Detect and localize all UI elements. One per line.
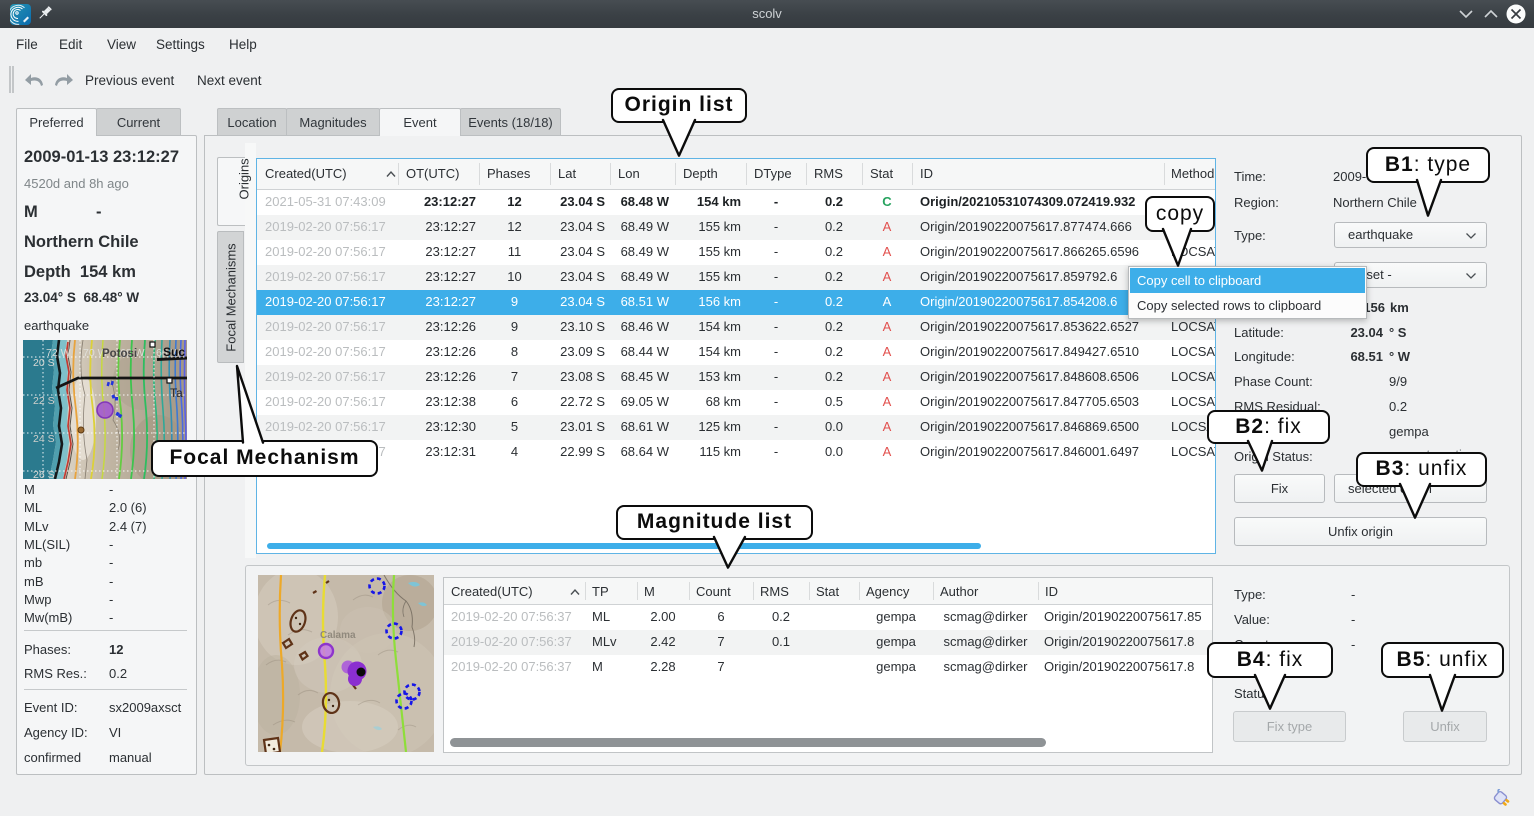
svg-text:26 S: 26 S [33,469,55,479]
svg-text:Suc: Suc [163,345,185,359]
svg-text:22 S: 22 S [33,395,55,407]
svg-text:Potosi: Potosi [102,348,137,360]
svg-text:Calama: Calama [320,630,356,641]
svg-text:Ta: Ta [170,386,183,400]
svg-text:24 S: 24 S [33,433,55,445]
svg-text:20 S: 20 S [33,357,55,369]
